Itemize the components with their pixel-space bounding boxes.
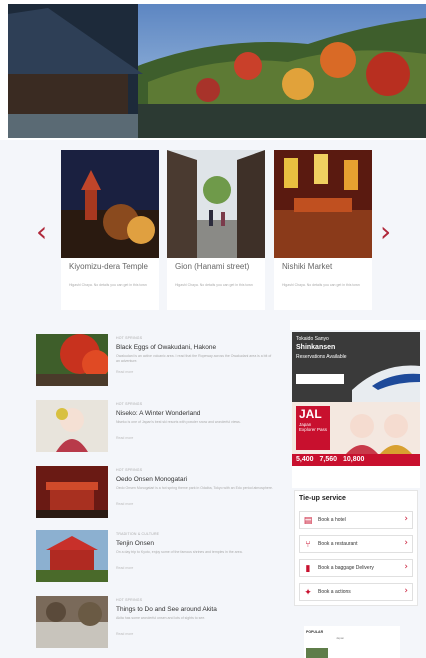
read-more-link[interactable]: Read more [116,436,133,440]
tieup-label: Book a restaurant [318,541,358,547]
jal-logo: JAL Japan Explorer Pass [296,406,330,450]
article-title[interactable]: Oedo Onsen Monogatari [116,476,187,483]
article-title[interactable]: Niseko: A Winter Wonderland [116,410,200,417]
hero-banner [8,4,426,138]
article-desc: Oedo Onsen Monogatari is a hot spring th… [116,486,273,490]
book-baggage-button[interactable]: ▮ Book a baggage Delivery › [299,559,413,577]
popular-heading: POPULAR [306,630,324,634]
price-2: 7,560 [319,456,338,463]
carousel-card[interactable]: Kiyomizu-dera Temple Higashi Chaya. No d… [61,150,159,310]
card-image-nishiki [274,150,372,258]
article-title[interactable]: Tenjin Onsen [116,540,154,547]
card-title: Gion (Hanami street) [175,262,250,271]
chevron-right-icon: › [404,538,408,548]
list-item[interactable]: HOT SPRINGS Niseko: A Winter Wonderland … [36,400,286,458]
carousel-prev-icon[interactable]: ‹ [36,218,47,246]
hotel-icon: ▤ [303,516,313,526]
book-activity-button[interactable]: ✦ Book a actions › [299,583,413,601]
list-item[interactable]: HOT SPRINGS Things to Do and See around … [36,596,286,654]
card-title: Nishiki Market [282,262,333,271]
article-desc: Owakudani is an active volcanic area. I … [116,354,272,363]
price-bar: 5,400 7,560 10,800 [292,454,420,466]
article-list: HOT SPRINGS Black Eggs of Owakudani, Hak… [0,320,290,658]
book-restaurant-button[interactable]: ⑂ Book a restaurant › [299,535,413,553]
article-thumb [36,466,108,518]
read-more-link[interactable]: Read more [116,632,133,636]
article-desc: Akita has some wonderful onsen and lots … [116,616,206,620]
price-1: 5,400 [296,456,314,463]
list-item[interactable]: HOT SPRINGS Black Eggs of Owakudani, Hak… [36,334,286,392]
tieup-label: Book a hotel [318,517,346,523]
article-category: HOT SPRINGS [116,598,143,602]
jal-sub: Japan Explorer Pass [299,422,328,432]
book-hotel-button[interactable]: ▤ Book a hotel › [299,511,413,529]
article-category: TRADITION & CULTURE [116,532,160,536]
luggage-icon: ▮ [305,564,311,574]
chevron-right-icon: › [404,586,408,596]
list-item[interactable]: TRADITION & CULTURE Tenjin Onsen On a da… [36,530,286,588]
article-thumb [36,334,108,386]
article-thumb [36,400,108,452]
activity-icon: ✦ [304,588,312,598]
article-category: HOT SPRINGS [116,402,143,406]
card-image-gion [167,150,265,258]
tieup-label: Book a baggage Delivery [318,565,374,571]
popular-tab[interactable]: Japan [336,636,344,640]
read-more-link[interactable]: Read more [116,502,133,506]
chevron-right-icon: › [404,514,408,524]
ad-line: Tokaido Sanyo [296,336,329,342]
sidebar: Tokaido Sanyo Shinkansen Reservations Av… [290,330,426,658]
jal-ad-banner[interactable]: JAL Japan Explorer Pass 5,400 7,560 10,8… [292,402,420,488]
article-category: HOT SPRINGS [116,468,143,472]
carousel-card[interactable]: Gion (Hanami street) Higashi Chaya. No d… [167,150,265,310]
article-thumb [36,530,108,582]
article-category: HOT SPRINGS [116,336,143,340]
card-desc: Higashi Chaya. No details you can get in… [175,283,253,287]
read-more-link[interactable]: Read more [116,566,133,570]
tieup-heading: Tie-up service [299,495,346,502]
article-title[interactable]: Black Eggs of Owakudani, Hakone [116,344,216,351]
carousel-next-icon[interactable]: › [380,218,391,246]
price-3: 10,800 [342,456,365,463]
attractions-carousel: ‹ › Kiyomizu-dera Temple Higashi Chaya. … [0,140,426,320]
jal-brand: JAL [299,407,322,421]
popular-thumb [306,648,328,658]
restaurant-icon: ⑂ [305,540,311,550]
article-desc: On a day trip to Kyoto, enjoy some of th… [116,550,243,554]
carousel-card[interactable]: Nishiki Market Higashi Chaya. No details… [274,150,372,310]
card-desc: Higashi Chaya. No details you can get in… [282,283,360,287]
popular-widget: POPULAR Japan [304,626,400,658]
ad-headline: Shinkansen [296,344,336,351]
card-image-kiyomizu [61,150,159,258]
tieup-service-panel: Tie-up service ▤ Book a hotel › ⑂ Book a… [294,490,418,606]
article-thumb [36,596,108,648]
card-desc: Higashi Chaya. No details you can get in… [69,283,147,287]
read-more-link[interactable]: Read more [116,370,133,374]
list-item[interactable]: HOT SPRINGS Oedo Onsen Monogatari Oedo O… [36,466,286,524]
ad-line: Reservations Available [296,354,347,360]
shinkansen-ad-banner[interactable]: Tokaido Sanyo Shinkansen Reservations Av… [292,332,420,402]
card-title: Kiyomizu-dera Temple [69,262,148,271]
hero-image [8,4,426,138]
article-title[interactable]: Things to Do and See around Akita [116,606,217,613]
chevron-right-icon: › [404,562,408,572]
tieup-label: Book a actions [318,589,351,595]
article-desc: Niseko is one of Japan's best ski resort… [116,420,241,424]
